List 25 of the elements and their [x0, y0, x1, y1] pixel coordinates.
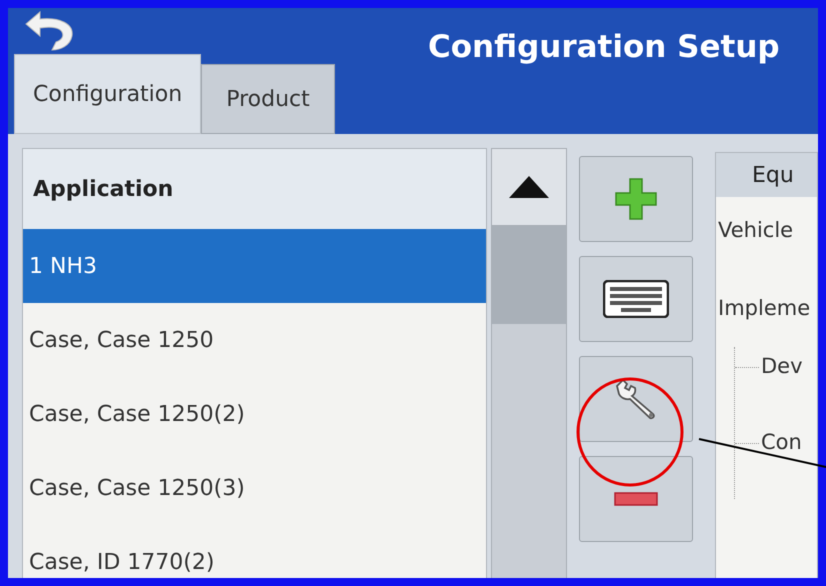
settings-button[interactable]	[579, 356, 693, 442]
minus-icon	[614, 492, 658, 506]
panel-header: Equ	[716, 153, 817, 197]
scroll-up-button[interactable]	[492, 149, 566, 226]
remove-button[interactable]	[579, 456, 693, 542]
tab[interactable]: Configuration	[14, 54, 202, 134]
list-item[interactable]: 1 NH3	[23, 229, 486, 303]
list-item[interactable]: Case, ID 1770(2)	[23, 525, 486, 578]
tree-item[interactable]: Vehicle	[718, 215, 817, 253]
list-item[interactable]: Case, Case 1250(3)	[23, 451, 486, 525]
scroll-thumb[interactable]	[492, 226, 566, 324]
tree-item[interactable]: Con	[759, 427, 802, 459]
tree-item[interactable]: Dev	[759, 351, 803, 383]
list-item[interactable]: Case, Case 1250(2)	[23, 377, 486, 451]
add-button[interactable]	[579, 156, 693, 242]
list-item[interactable]: Case, Case 1250	[23, 303, 486, 377]
keyboard-icon	[603, 280, 669, 318]
keyboard-button[interactable]	[579, 256, 693, 342]
tab[interactable]: Product	[201, 64, 335, 134]
plus-icon	[614, 177, 658, 221]
scrollbar[interactable]	[491, 148, 567, 578]
up-triangle-icon	[509, 176, 549, 198]
tree-item[interactable]: Impleme	[718, 293, 817, 331]
list-header: Application	[23, 149, 486, 229]
window-title: Configuration Setup	[428, 28, 780, 67]
